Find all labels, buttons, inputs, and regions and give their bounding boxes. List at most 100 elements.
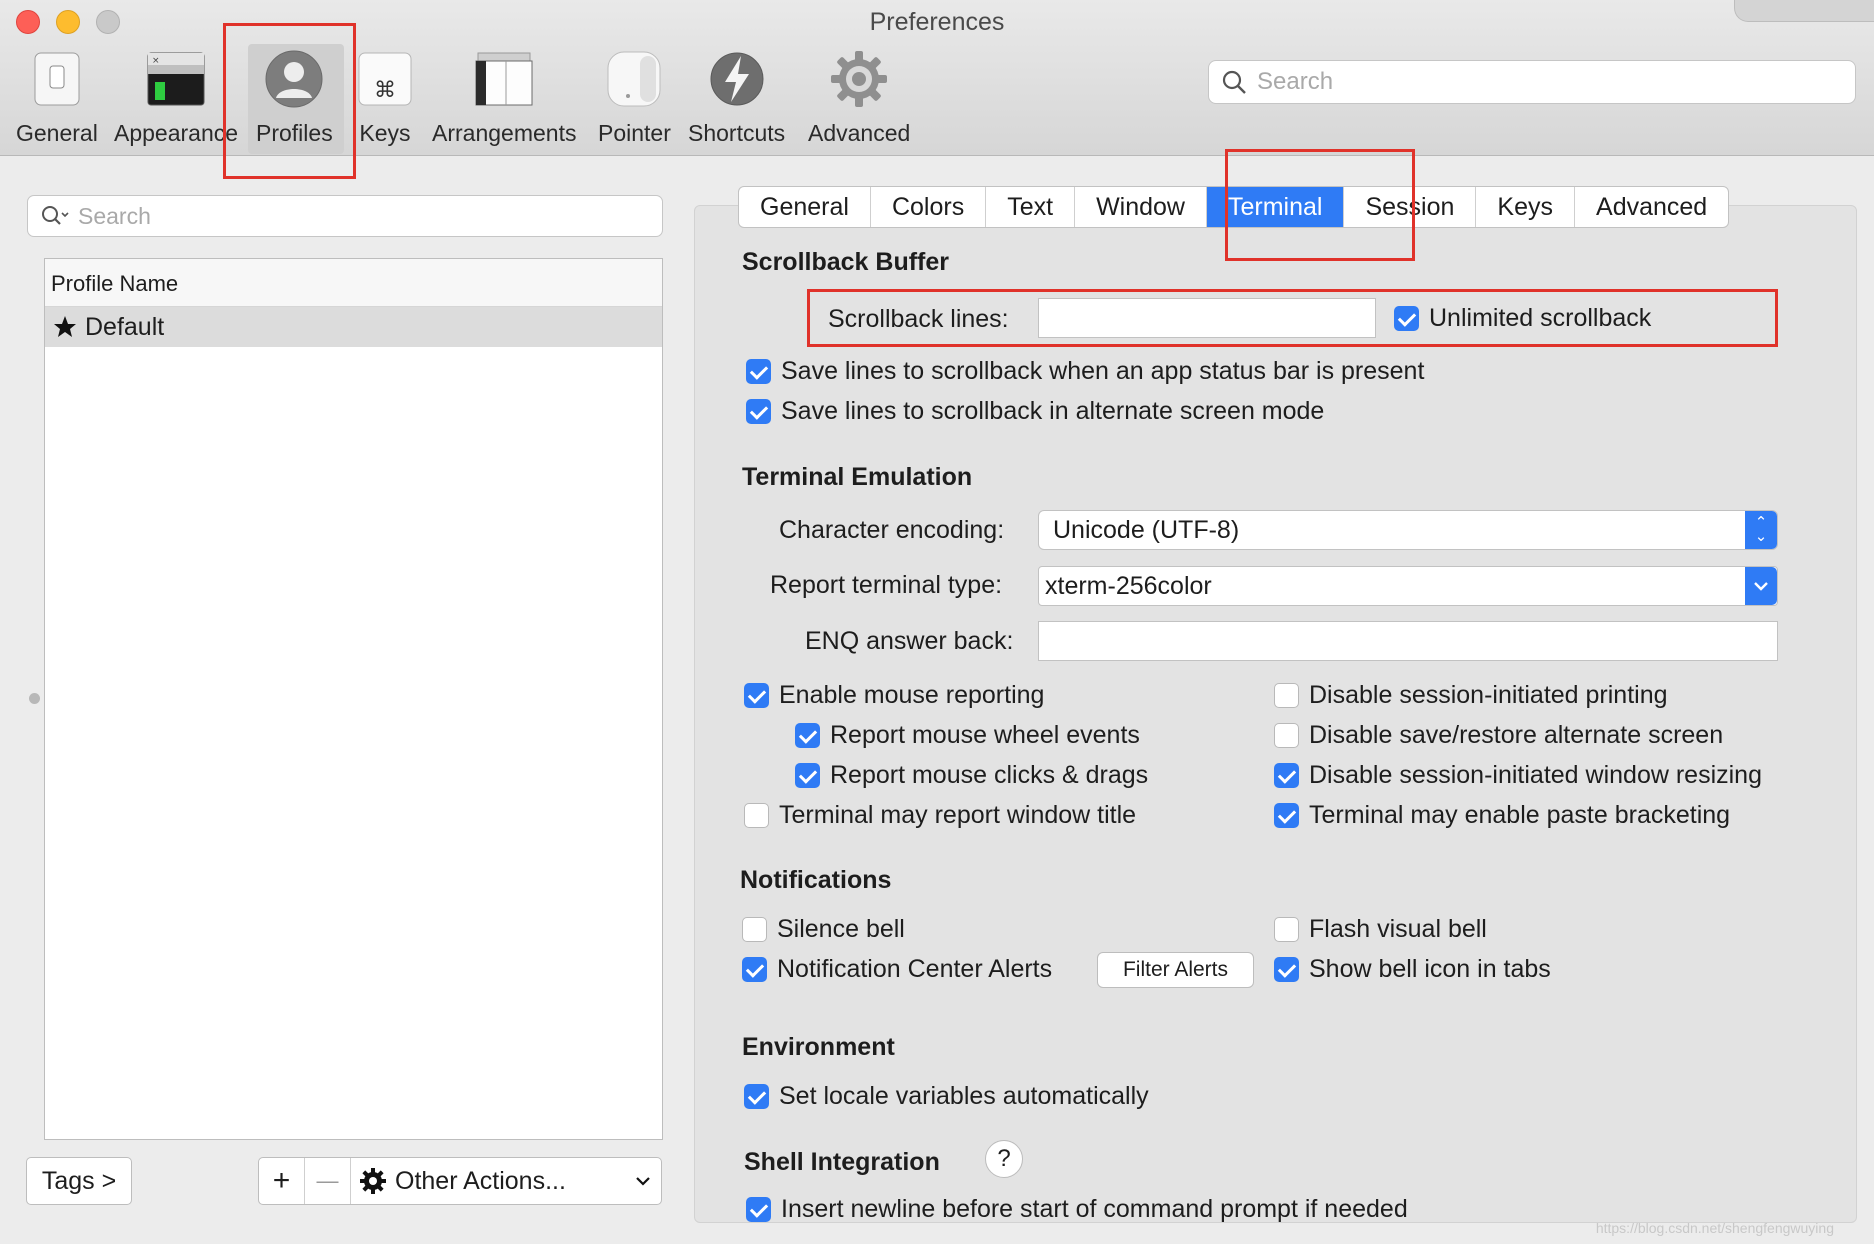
checkbox-checked[interactable] bbox=[1394, 306, 1419, 331]
save-lines-alternate-screen-checkbox[interactable]: Save lines to scrollback in alternate sc… bbox=[746, 397, 1324, 426]
paste-bracketing-checkbox[interactable]: Terminal may enable paste bracketing bbox=[1274, 801, 1730, 830]
disable-window-resizing-checkbox[interactable]: Disable session-initiated window resizin… bbox=[1274, 761, 1762, 790]
flash-visual-bell-checkbox[interactable]: Flash visual bell bbox=[1274, 915, 1487, 944]
window-toolbar: Preferences General × Appearance Profile… bbox=[0, 0, 1874, 156]
section-title-environment: Environment bbox=[742, 1033, 895, 1061]
appearance-window-icon: × bbox=[145, 48, 207, 110]
tab-general[interactable]: General bbox=[739, 187, 871, 227]
checkbox-checked[interactable] bbox=[744, 683, 769, 708]
filter-alerts-button[interactable]: Filter Alerts bbox=[1097, 952, 1254, 988]
checkbox-label: Set locale variables automatically bbox=[779, 1082, 1149, 1110]
tab-advanced[interactable]: Advanced bbox=[1575, 187, 1728, 227]
window-corner-tab bbox=[1734, 0, 1874, 22]
checkbox-label: Notification Center Alerts bbox=[777, 955, 1053, 983]
profile-row-default[interactable]: Default bbox=[45, 307, 662, 347]
toolbar-item-arrangements[interactable]: Arrangements bbox=[432, 48, 576, 147]
checkbox-label: Silence bell bbox=[777, 915, 905, 943]
insert-newline-checkbox[interactable]: Insert newline before start of command p… bbox=[746, 1195, 1408, 1224]
checkbox-checked[interactable] bbox=[742, 957, 767, 982]
toolbar-item-pointer[interactable]: Pointer bbox=[598, 48, 671, 147]
gear-icon bbox=[360, 1168, 386, 1194]
other-actions-popup[interactable]: Other Actions... bbox=[351, 1158, 661, 1204]
checkbox-label: Enable mouse reporting bbox=[779, 681, 1045, 709]
scrollback-lines-input[interactable] bbox=[1038, 298, 1376, 338]
chevron-down-icon[interactable] bbox=[1745, 567, 1777, 605]
checkbox-label: Save lines to scrollback in alternate sc… bbox=[781, 397, 1325, 425]
checkbox-label: Insert newline before start of command p… bbox=[781, 1195, 1408, 1223]
profile-person-icon bbox=[263, 48, 325, 110]
profile-search-input[interactable]: Search bbox=[27, 195, 663, 237]
checkbox-checked[interactable] bbox=[795, 723, 820, 748]
add-profile-button[interactable]: + bbox=[259, 1158, 305, 1204]
disable-save-restore-checkbox[interactable]: Disable save/restore alternate screen bbox=[1274, 721, 1723, 750]
report-mouse-wheel-checkbox[interactable]: Report mouse wheel events bbox=[795, 721, 1140, 750]
unlimited-scrollback-checkbox[interactable]: Unlimited scrollback bbox=[1394, 304, 1651, 333]
checkbox-checked[interactable] bbox=[746, 359, 771, 384]
enq-answer-back-label: ENQ answer back: bbox=[805, 627, 1014, 655]
command-key-icon: ⌘ bbox=[354, 48, 416, 110]
tab-colors[interactable]: Colors bbox=[871, 187, 987, 227]
gear-icon bbox=[828, 48, 890, 110]
help-button[interactable]: ? bbox=[985, 1140, 1023, 1178]
search-placeholder: Search bbox=[78, 202, 151, 229]
tab-window[interactable]: Window bbox=[1075, 187, 1207, 227]
checkbox-unchecked[interactable] bbox=[1274, 683, 1299, 708]
checkbox-checked[interactable] bbox=[1274, 957, 1299, 982]
search-placeholder: Search bbox=[1257, 68, 1334, 95]
toolbar-item-advanced[interactable]: Advanced bbox=[808, 48, 910, 147]
tab-terminal[interactable]: Terminal bbox=[1206, 187, 1345, 227]
save-lines-status-bar-checkbox[interactable]: Save lines to scrollback when an app sta… bbox=[746, 357, 1424, 386]
report-terminal-type-combobox[interactable]: xterm-256color bbox=[1038, 566, 1778, 606]
report-window-title-checkbox[interactable]: Terminal may report window title bbox=[744, 801, 1136, 830]
toolbar-item-shortcuts[interactable]: Shortcuts bbox=[688, 48, 785, 147]
notification-center-alerts-checkbox[interactable]: Notification Center Alerts bbox=[742, 955, 1052, 984]
svg-text:×: × bbox=[152, 56, 160, 66]
report-mouse-clicks-checkbox[interactable]: Report mouse clicks & drags bbox=[795, 761, 1148, 790]
character-encoding-label: Character encoding: bbox=[779, 516, 1005, 544]
toolbar-item-profiles[interactable]: Profiles bbox=[256, 48, 333, 147]
checkbox-label: Disable save/restore alternate screen bbox=[1309, 721, 1724, 749]
checkbox-checked[interactable] bbox=[795, 763, 820, 788]
checkbox-label: Report mouse wheel events bbox=[830, 721, 1140, 749]
character-encoding-popup[interactable]: Unicode (UTF-8) ⌃ ⌄ bbox=[1038, 510, 1778, 550]
tab-keys[interactable]: Keys bbox=[1476, 187, 1576, 227]
enq-answer-back-input[interactable] bbox=[1038, 621, 1778, 661]
split-view-handle[interactable] bbox=[29, 693, 40, 704]
enable-mouse-reporting-checkbox[interactable]: Enable mouse reporting bbox=[744, 681, 1044, 710]
disable-printing-checkbox[interactable]: Disable session-initiated printing bbox=[1274, 681, 1668, 710]
checkbox-checked[interactable] bbox=[746, 1197, 771, 1222]
checkbox-checked[interactable] bbox=[1274, 803, 1299, 828]
profile-list-header[interactable]: Profile Name bbox=[45, 259, 662, 307]
show-bell-icon-checkbox[interactable]: Show bell icon in tabs bbox=[1274, 955, 1551, 984]
set-locale-checkbox[interactable]: Set locale variables automatically bbox=[744, 1082, 1149, 1111]
checkbox-checked[interactable] bbox=[746, 399, 771, 424]
checkbox-unchecked[interactable] bbox=[742, 917, 767, 942]
checkbox-unchecked[interactable] bbox=[744, 803, 769, 828]
checkbox-unchecked[interactable] bbox=[1274, 917, 1299, 942]
tags-button[interactable]: Tags > bbox=[26, 1157, 132, 1205]
up-down-arrows-icon: ⌃ ⌄ bbox=[1745, 511, 1777, 549]
remove-profile-button[interactable]: — bbox=[305, 1158, 351, 1204]
checkbox-label: Report mouse clicks & drags bbox=[830, 761, 1149, 789]
silence-bell-checkbox[interactable]: Silence bell bbox=[742, 915, 905, 944]
section-title-shell-integration: Shell Integration bbox=[744, 1148, 940, 1176]
checkbox-checked[interactable] bbox=[1274, 763, 1299, 788]
toolbar-item-appearance[interactable]: × Appearance bbox=[114, 48, 238, 147]
toolbar-item-keys[interactable]: ⌘ Keys bbox=[354, 48, 416, 147]
section-title-emulation: Terminal Emulation bbox=[742, 463, 973, 491]
checkbox-checked[interactable] bbox=[744, 1084, 769, 1109]
mouse-icon bbox=[603, 48, 665, 110]
checkbox-unchecked[interactable] bbox=[1274, 723, 1299, 748]
toolbar-item-general[interactable]: General bbox=[16, 48, 98, 147]
lightning-icon bbox=[706, 48, 768, 110]
checkbox-label: Save lines to scrollback when an app sta… bbox=[781, 357, 1425, 385]
other-actions-label: Other Actions... bbox=[395, 1166, 566, 1195]
profile-actions-group: + — Other Actions... bbox=[258, 1157, 662, 1205]
toolbar-label: Profiles bbox=[256, 120, 333, 146]
toolbar-label: General bbox=[16, 120, 98, 146]
tab-text[interactable]: Text bbox=[986, 187, 1076, 227]
checkbox-label: Unlimited scrollback bbox=[1429, 304, 1652, 332]
tab-session[interactable]: Session bbox=[1344, 187, 1477, 227]
preferences-search-input[interactable]: Search bbox=[1208, 60, 1856, 104]
report-terminal-type-value: xterm-256color bbox=[1045, 571, 1212, 600]
